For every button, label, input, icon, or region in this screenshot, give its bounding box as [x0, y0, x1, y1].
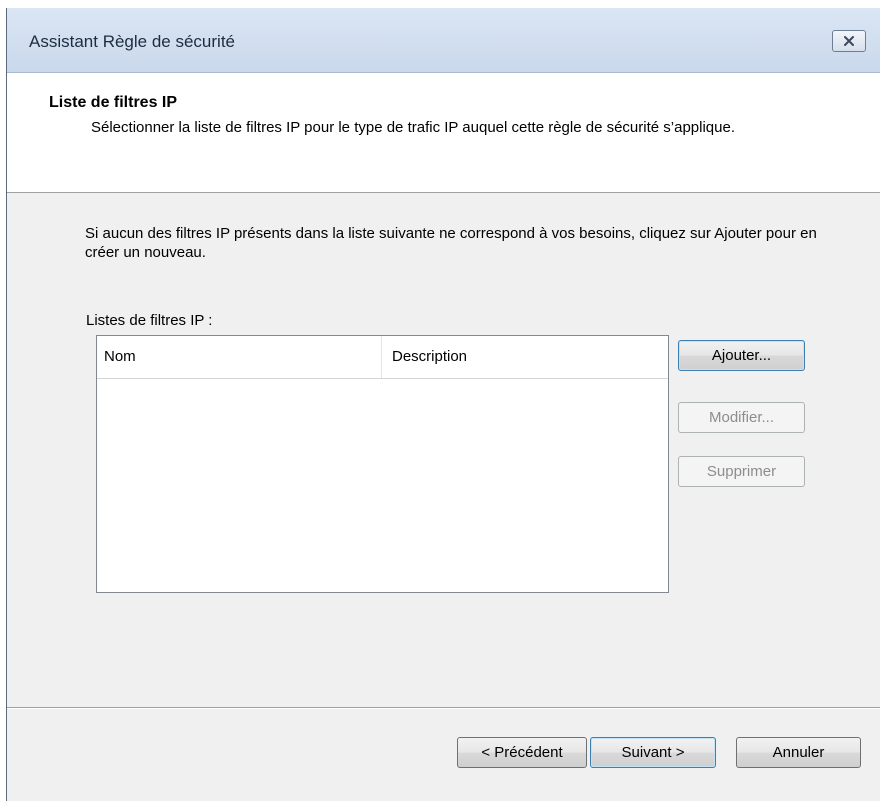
page-title: Liste de filtres IP	[49, 94, 178, 111]
wizard-header: Liste de filtres IP Sélectionner la list…	[7, 73, 880, 193]
column-header-description[interactable]: Description	[382, 336, 668, 378]
wizard-dialog: Assistant Règle de sécurité Liste de fil…	[6, 8, 880, 801]
previous-button[interactable]: < Précédent	[457, 737, 587, 768]
column-header-name[interactable]: Nom	[97, 336, 382, 378]
window-title: Assistant Règle de sécurité	[29, 32, 235, 51]
title-bar: Assistant Règle de sécurité	[7, 8, 880, 73]
page-description: Sélectionner la liste de filtres IP pour…	[91, 119, 735, 136]
filter-list-label: Listes de filtres IP :	[86, 312, 213, 329]
modify-button[interactable]: Modifier...	[678, 402, 805, 433]
filter-list[interactable]: Nom Description	[96, 335, 669, 593]
close-icon	[844, 36, 854, 46]
delete-button[interactable]: Supprimer	[678, 456, 805, 487]
intro-text: Si aucun des filtres IP présents dans la…	[85, 225, 817, 261]
next-button[interactable]: Suivant >	[590, 737, 716, 768]
close-button[interactable]	[832, 30, 866, 52]
add-button[interactable]: Ajouter...	[678, 340, 805, 371]
footer-divider	[7, 707, 880, 709]
cancel-button[interactable]: Annuler	[736, 737, 861, 768]
list-header: Nom Description	[97, 336, 668, 379]
